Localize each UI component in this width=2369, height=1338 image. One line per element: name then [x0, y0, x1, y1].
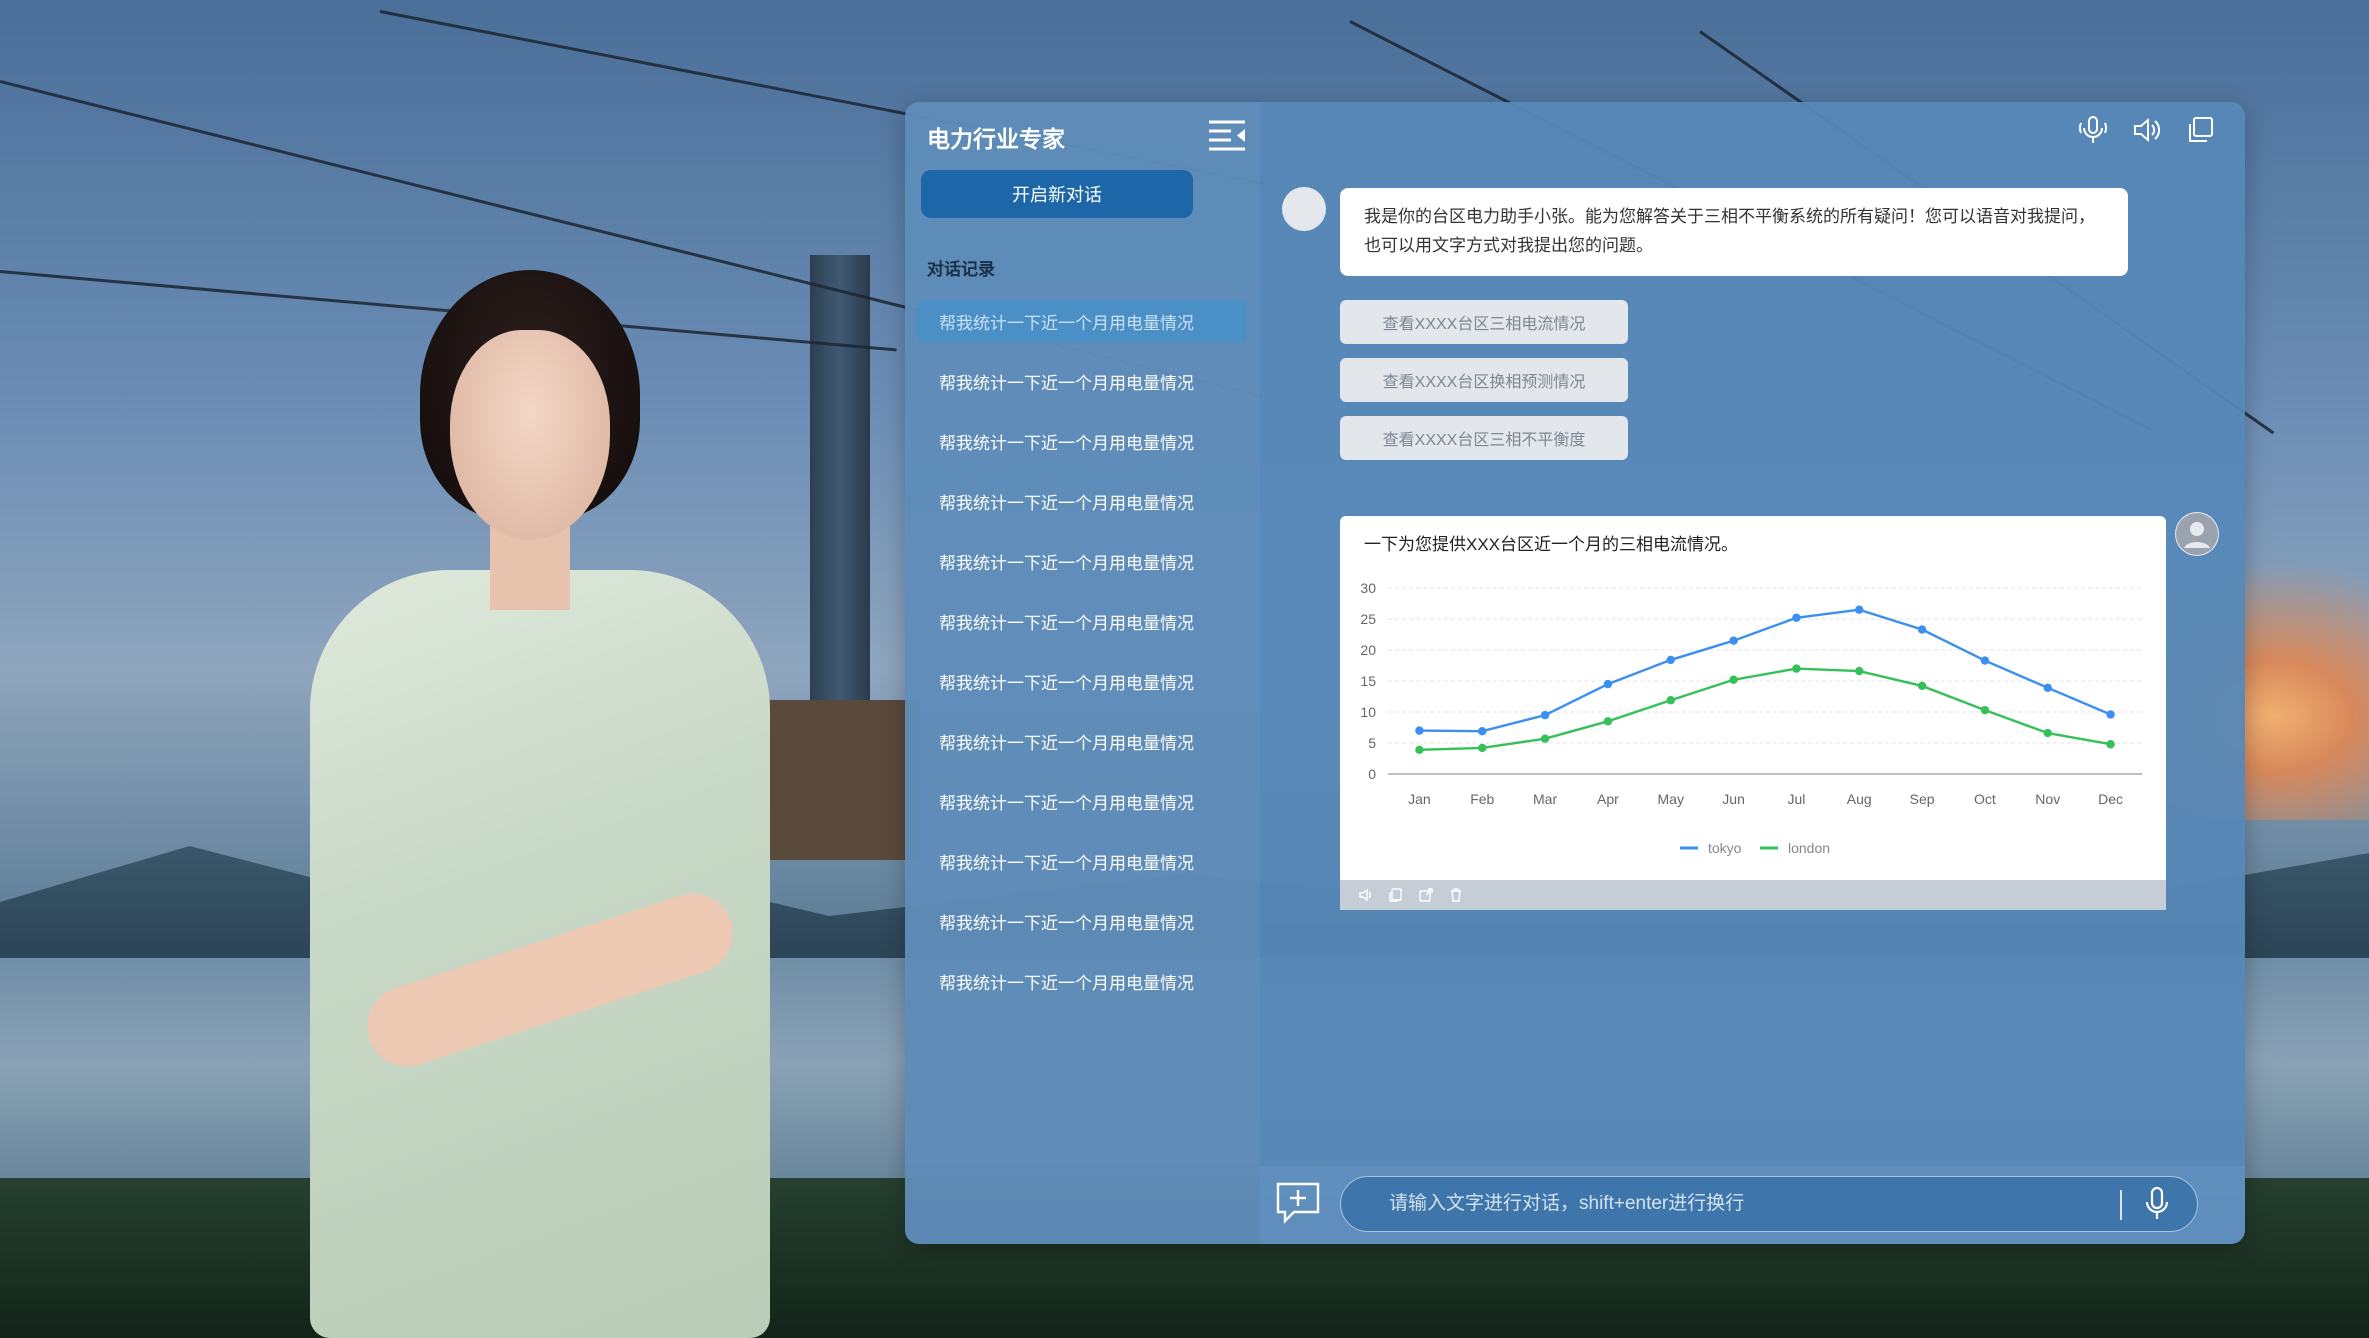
data-point-london: [1792, 664, 1801, 673]
data-point-tokyo: [1478, 727, 1487, 736]
assistant-greeting: 我是你的台区电力助手小张。能为您解答关于三相不平衡系统的所有疑问！您可以语音对我…: [1340, 188, 2128, 276]
legend-label-london: london: [1788, 840, 1830, 856]
voice-input-icon[interactable]: [2144, 1186, 2170, 1222]
delete-icon[interactable]: [1448, 887, 1464, 903]
data-point-london: [1729, 675, 1738, 684]
history-item[interactable]: 帮我统计一下近一个月用电量情况: [917, 360, 1247, 402]
data-point-london: [1540, 734, 1550, 743]
x-tick-label: Oct: [1974, 791, 1996, 807]
y-tick-label: 15: [1360, 673, 1376, 689]
suggestion-button[interactable]: 查看XXXX台区三相不平衡度: [1340, 416, 1628, 460]
history-item[interactable]: 帮我统计一下近一个月用电量情况: [917, 300, 1247, 342]
input-bar: [1260, 1166, 2245, 1244]
data-point-tokyo: [1729, 636, 1738, 645]
input-divider: [2120, 1190, 2122, 1220]
x-tick-label: Nov: [2035, 791, 2060, 807]
chart-caption: 一下为您提供XXX台区近一个月的三相电流情况。: [1364, 535, 1739, 554]
y-tick-label: 0: [1368, 766, 1376, 782]
data-point-london: [1666, 696, 1675, 705]
suggestion-button[interactable]: 查看XXXX台区三相电流情况: [1340, 300, 1628, 344]
collapse-sidebar-icon[interactable]: [1207, 118, 1247, 152]
history-item[interactable]: 帮我统计一下近一个月用电量情况: [917, 420, 1247, 462]
app-title: 电力行业专家: [927, 126, 1065, 152]
history-item[interactable]: 帮我统计一下近一个月用电量情况: [917, 660, 1247, 702]
new-topic-icon[interactable]: [1274, 1180, 1322, 1226]
data-point-tokyo: [2106, 710, 2115, 719]
message-actions: [1340, 880, 2166, 910]
data-point-tokyo: [1855, 605, 1864, 614]
data-point-london: [1917, 681, 1927, 691]
chat-input[interactable]: [1340, 1176, 2198, 1232]
history-list: 帮我统计一下近一个月用电量情况 帮我统计一下近一个月用电量情况 帮我统计一下近一…: [917, 300, 1247, 1020]
data-point-tokyo: [1980, 656, 1990, 665]
x-tick-label: Mar: [1533, 791, 1557, 807]
data-point-london: [1980, 705, 1990, 715]
share-icon[interactable]: [1418, 887, 1434, 903]
sidebar: 电力行业专家 开启新对话 对话记录 帮我统计一下近一个月用电量情况 帮我统计一下…: [905, 102, 1260, 1244]
x-tick-label: Dec: [2098, 791, 2123, 807]
history-item[interactable]: 帮我统计一下近一个月用电量情况: [917, 720, 1247, 762]
history-item[interactable]: 帮我统计一下近一个月用电量情况: [917, 840, 1247, 882]
power-plant-chimney: [810, 255, 870, 775]
microphone-icon[interactable]: [2077, 114, 2109, 146]
y-tick-label: 20: [1360, 642, 1376, 658]
y-tick-label: 5: [1368, 735, 1376, 751]
x-tick-label: May: [1658, 791, 1684, 807]
speaker-icon[interactable]: [1358, 887, 1374, 903]
data-point-tokyo: [1603, 679, 1613, 689]
line-chart: 0 5 10 15 20 25 30 Jan Feb Mar Apr May Jun Jul Aug Sep O…: [1360, 580, 2142, 856]
avatar-face: [450, 330, 610, 540]
window-icon[interactable]: [2185, 114, 2217, 146]
history-heading: 对话记录: [927, 260, 995, 279]
history-item[interactable]: 帮我统计一下近一个月用电量情况: [917, 780, 1247, 822]
data-point-tokyo: [1666, 655, 1675, 665]
data-point-tokyo: [1792, 613, 1801, 622]
suggestion-button[interactable]: 查看XXXX台区换相预测情况: [1340, 358, 1628, 402]
user-avatar: [2175, 512, 2219, 556]
data-point-london: [2106, 740, 2115, 749]
speaker-icon[interactable]: [2131, 114, 2163, 146]
copy-icon[interactable]: [1388, 887, 1404, 903]
history-item[interactable]: 帮我统计一下近一个月用电量情况: [917, 900, 1247, 942]
history-item[interactable]: 帮我统计一下近一个月用电量情况: [917, 600, 1247, 642]
x-tick-label: Sep: [1910, 791, 1935, 807]
assistant-avatar: [1282, 187, 1326, 231]
x-tick-label: Feb: [1470, 791, 1494, 807]
data-point-london: [1415, 745, 1424, 755]
history-item[interactable]: 帮我统计一下近一个月用电量情况: [917, 540, 1247, 582]
data-point-tokyo: [1917, 625, 1927, 634]
data-point-tokyo: [2043, 683, 2052, 693]
x-tick-label: Apr: [1597, 791, 1619, 807]
x-tick-label: Aug: [1847, 791, 1872, 807]
chat-area: 我是你的台区电力助手小张。能为您解答关于三相不平衡系统的所有疑问！您可以语音对我…: [1260, 102, 2245, 1244]
new-chat-button[interactable]: 开启新对话: [921, 170, 1193, 218]
y-tick-label: 30: [1360, 580, 1376, 596]
history-item[interactable]: 帮我统计一下近一个月用电量情况: [917, 480, 1247, 522]
data-point-tokyo: [1415, 726, 1424, 735]
y-tick-label: 10: [1360, 704, 1376, 720]
history-item[interactable]: 帮我统计一下近一个月用电量情况: [917, 960, 1247, 1002]
top-toolbar: [2077, 114, 2217, 146]
chat-panel: 电力行业专家 开启新对话 对话记录 帮我统计一下近一个月用电量情况 帮我统计一下…: [905, 102, 2245, 1244]
legend-label-tokyo: tokyo: [1708, 840, 1742, 856]
data-point-london: [1855, 666, 1864, 676]
data-point-london: [1478, 743, 1487, 753]
chart-message: 一下为您提供XXX台区近一个月的三相电流情况。 0 5 10 15 20 25 30 Jan F…: [1340, 516, 2166, 880]
series-line-tokyo: [1419, 608, 2112, 733]
data-point-london: [1603, 717, 1613, 726]
x-tick-label: Jul: [1787, 791, 1805, 807]
data-point-london: [2043, 728, 2052, 738]
x-tick-label: Jan: [1408, 791, 1431, 807]
digital-human-avatar: [300, 270, 780, 1338]
data-point-tokyo: [1540, 710, 1550, 720]
y-tick-label: 25: [1360, 611, 1376, 627]
x-tick-label: Jun: [1722, 791, 1745, 807]
